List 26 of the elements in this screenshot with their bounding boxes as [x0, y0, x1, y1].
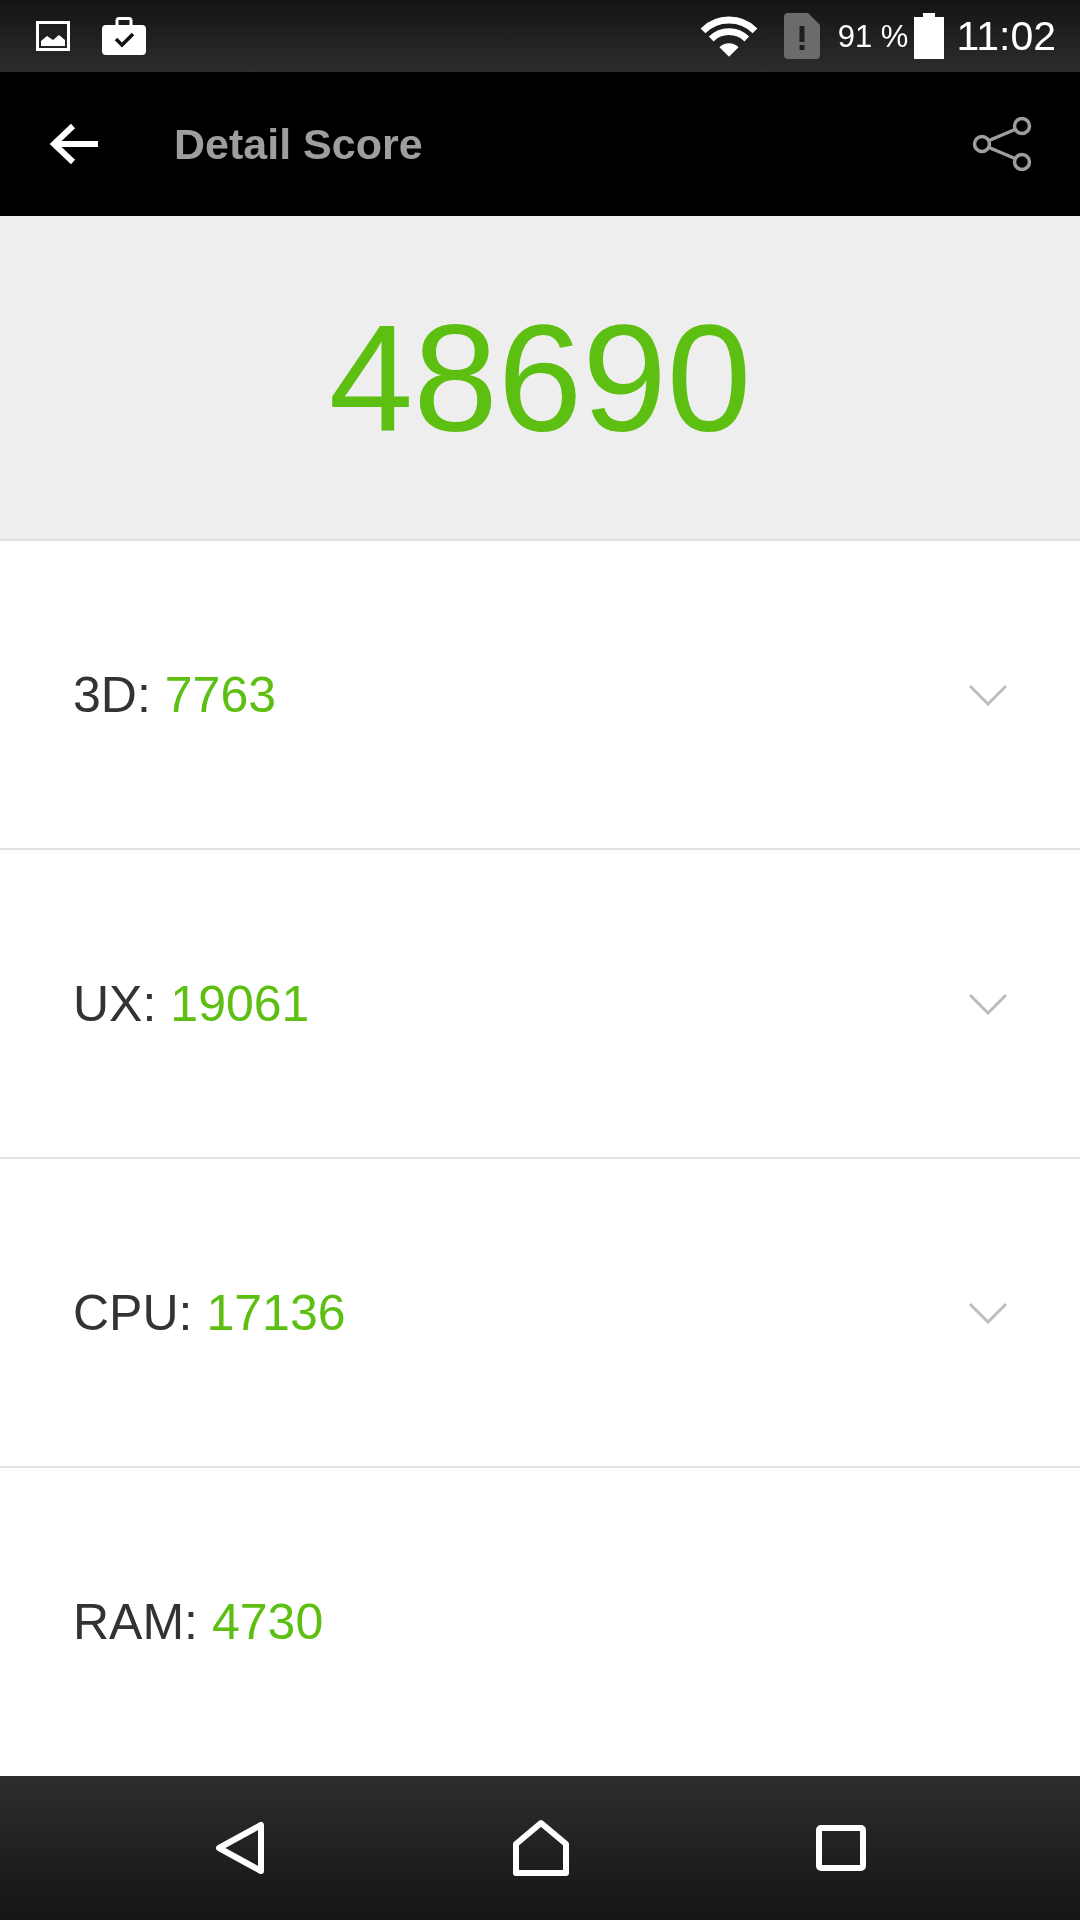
category-label: 3D:	[73, 669, 151, 720]
sim-alert-icon	[783, 13, 820, 59]
home-icon	[512, 1819, 570, 1877]
nav-recents-button[interactable]	[816, 1825, 866, 1871]
category-label: RAM:	[73, 1597, 198, 1647]
category-score: 19061	[170, 978, 310, 1029]
back-button[interactable]	[48, 122, 100, 166]
back-arrow-icon	[48, 122, 100, 166]
nav-back-button[interactable]	[214, 1821, 266, 1875]
clock-time: 11:02	[956, 15, 1056, 57]
share-icon	[972, 117, 1032, 171]
triangle-back-icon	[214, 1821, 266, 1875]
battery-percent: 91 %	[837, 20, 909, 52]
total-score: 48690	[328, 301, 752, 454]
battery-icon	[914, 13, 945, 59]
category-score: 4730	[212, 1597, 324, 1647]
screen-title: Detail Score	[174, 122, 423, 166]
nav-home-button[interactable]	[512, 1819, 570, 1877]
category-label: UX:	[73, 978, 157, 1029]
category-score: 7763	[164, 669, 277, 720]
square-recents-icon	[816, 1825, 866, 1871]
category-score: 17136	[206, 1287, 346, 1338]
category-label: CPU:	[73, 1287, 193, 1338]
share-button[interactable]	[972, 117, 1032, 171]
image-icon	[36, 21, 70, 51]
briefcase-check-icon	[102, 17, 146, 55]
